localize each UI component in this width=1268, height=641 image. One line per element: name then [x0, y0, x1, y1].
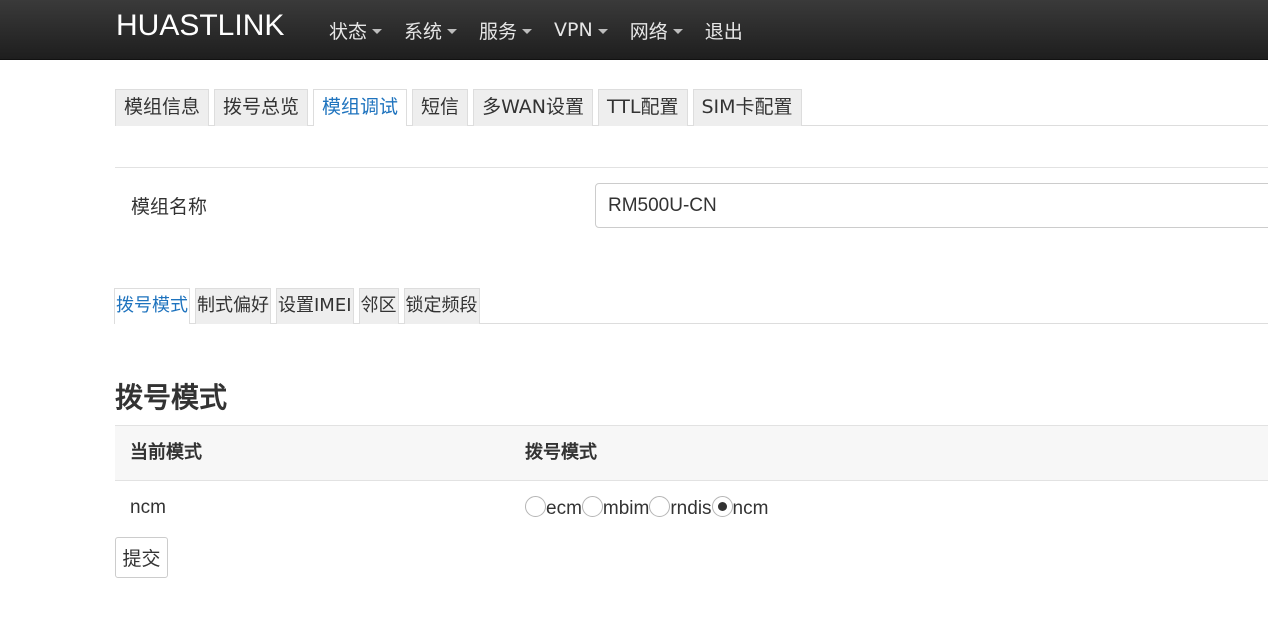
nav-item-label: 网络	[629, 20, 668, 43]
caret-down-icon	[522, 28, 533, 34]
dial-mode-table: 当前模式 拨号模式 ncm ecm mbim rndis ncm	[115, 425, 1268, 539]
radio-button[interactable]	[581, 495, 603, 517]
tab-module-debug[interactable]: 模组调试	[313, 89, 408, 126]
radio-label: ecm	[546, 498, 582, 519]
submit-button[interactable]: 提交	[115, 537, 168, 578]
caret-down-icon	[372, 28, 383, 34]
table-row: ncm ecm mbim rndis ncm	[115, 481, 1268, 539]
nav-item-vpn[interactable]: VPN	[543, 0, 619, 60]
table-header: 当前模式 拨号模式	[115, 425, 1268, 481]
tab-neighbor-cells[interactable]: 邻区	[358, 288, 399, 324]
nav-item-label: 服务	[479, 20, 518, 43]
tab-ttl-config[interactable]: TTL配置	[598, 89, 688, 126]
nav-item-network[interactable]: 网络	[619, 0, 694, 60]
tab-sim-config[interactable]: SIM卡配置	[692, 89, 802, 126]
radio-mbim[interactable]: mbim	[581, 495, 650, 520]
dial-mode-radio-group: ecm mbim rndis ncm	[525, 495, 769, 520]
nav-menu: 状态 系统 服务 VPN 网络 退出	[318, 0, 754, 60]
nav-item-system[interactable]: 系统	[393, 0, 468, 60]
sub-tabs: 拨号模式 制式偏好 设置IMEI 邻区 锁定频段	[114, 288, 485, 324]
column-header-current-mode: 当前模式	[130, 442, 202, 463]
nav-item-status[interactable]: 状态	[318, 0, 393, 60]
tab-multi-wan[interactable]: 多WAN设置	[473, 89, 594, 126]
tab-sms[interactable]: 短信	[412, 89, 469, 126]
tab-dial-mode[interactable]: 拨号模式	[114, 288, 190, 324]
current-mode-value: ncm	[130, 497, 166, 518]
tab-set-imei[interactable]: 设置IMEI	[276, 288, 354, 324]
radio-label: mbim	[602, 498, 650, 519]
top-navbar: HUASTLINK 状态 系统 服务 VPN 网络 退出	[0, 0, 1268, 60]
section-divider	[115, 167, 1268, 168]
radio-button[interactable]	[711, 495, 733, 517]
nav-item-label: 退出	[704, 20, 743, 43]
caret-down-icon	[447, 28, 458, 34]
main-tabs: 模组信息 拨号总览 模组调试 短信 多WAN设置 TTL配置 SIM卡配置	[115, 89, 807, 126]
brand-logo[interactable]: HUASTLINK	[116, 8, 284, 44]
section-title: 拨号模式	[115, 381, 228, 414]
radio-rndis[interactable]: rndis	[649, 495, 712, 520]
module-name-input[interactable]	[595, 183, 1268, 228]
radio-label: rndis	[670, 498, 712, 519]
tab-dial-overview[interactable]: 拨号总览	[214, 89, 309, 126]
nav-item-label: 系统	[404, 20, 443, 43]
radio-button[interactable]	[649, 495, 671, 517]
radio-label: ncm	[732, 498, 769, 519]
radio-ncm[interactable]: ncm	[711, 495, 769, 520]
nav-item-services[interactable]: 服务	[468, 0, 543, 60]
caret-down-icon	[672, 28, 683, 34]
tab-lock-band[interactable]: 锁定频段	[403, 288, 480, 324]
tab-network-preference[interactable]: 制式偏好	[195, 288, 271, 324]
column-header-dial-mode: 拨号模式	[525, 442, 597, 463]
caret-down-icon	[597, 28, 608, 34]
nav-item-logout[interactable]: 退出	[694, 0, 754, 60]
nav-item-label: VPN	[554, 19, 593, 41]
radio-ecm[interactable]: ecm	[525, 495, 582, 520]
module-name-label: 模组名称	[131, 196, 208, 218]
tab-module-info[interactable]: 模组信息	[115, 89, 210, 126]
nav-item-label: 状态	[329, 20, 368, 43]
radio-button[interactable]	[525, 495, 546, 517]
